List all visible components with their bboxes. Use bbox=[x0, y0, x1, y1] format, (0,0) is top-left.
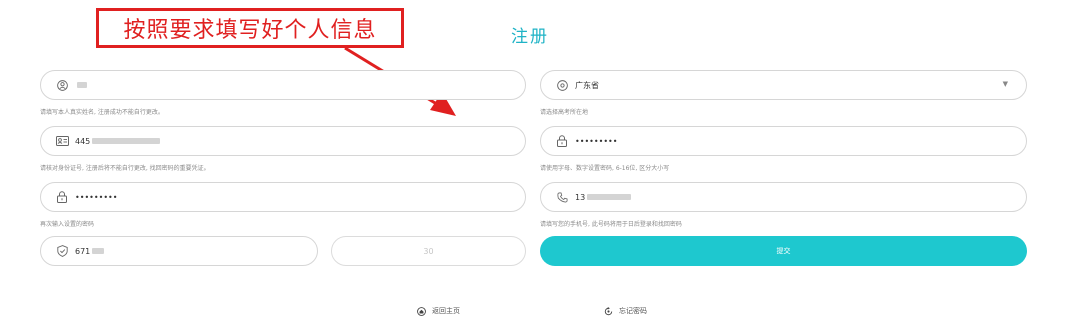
location-icon bbox=[555, 78, 569, 92]
home-icon bbox=[417, 306, 426, 316]
annotation-text: 按照要求填写好个人信息 bbox=[123, 18, 377, 43]
forgot-password-label: 忘记密码 bbox=[619, 307, 647, 315]
confirm-password-input[interactable]: ••••••••• bbox=[40, 182, 526, 212]
verify-code-redacted bbox=[92, 248, 105, 254]
id-number-hint: 请核对身份证号, 注册后将不能自行更改, 找回密码的重要凭证。 bbox=[40, 165, 210, 172]
verify-code-input[interactable]: 671 bbox=[40, 236, 318, 266]
phone-redacted bbox=[587, 194, 632, 200]
user-icon bbox=[55, 78, 69, 92]
confirm-password-value: ••••••••• bbox=[75, 192, 118, 202]
id-number-value: 445 bbox=[75, 136, 91, 146]
password-input[interactable]: ••••••••• bbox=[540, 126, 1027, 156]
phone-value: 13 bbox=[575, 192, 586, 202]
name-redacted bbox=[77, 82, 87, 88]
name-hint: 请填写本人真实姓名, 注册成功不能自行更改。 bbox=[40, 109, 164, 116]
page-title: 注册 bbox=[511, 27, 549, 47]
id-number-input[interactable]: 445 bbox=[40, 126, 526, 156]
lock-icon bbox=[555, 134, 569, 148]
reset-icon bbox=[604, 306, 613, 316]
send-code-countdown-button[interactable]: 30 bbox=[331, 236, 526, 266]
shield-check-icon bbox=[55, 244, 69, 258]
password-value: ••••••••• bbox=[575, 136, 618, 146]
verify-code-value: 671 bbox=[75, 246, 91, 256]
lock-icon bbox=[55, 190, 69, 204]
phone-hint: 请填写您的手机号, 此号码将用于日后登录和找回密码 bbox=[540, 221, 682, 228]
submit-label: 提交 bbox=[776, 247, 791, 255]
submit-button[interactable]: 提交 bbox=[540, 236, 1027, 266]
phone-icon bbox=[555, 190, 569, 204]
province-value: 广东省 bbox=[575, 80, 599, 90]
chevron-down-icon: ▼ bbox=[1002, 80, 1008, 88]
phone-input[interactable]: 13 bbox=[540, 182, 1027, 212]
password-hint: 请使用字母、数字设置密码, 6-16位, 区分大小写 bbox=[540, 165, 670, 172]
province-select[interactable]: 广东省 ▼ bbox=[540, 70, 1027, 100]
id-card-icon bbox=[55, 134, 69, 148]
countdown-value: 30 bbox=[423, 246, 434, 256]
home-link[interactable]: 返回主页 bbox=[417, 306, 460, 316]
annotation-arrow bbox=[344, 46, 456, 116]
province-hint: 请选择高考所在地 bbox=[540, 109, 589, 116]
confirm-password-hint: 再次输入设置的密码 bbox=[40, 221, 95, 228]
id-number-redacted bbox=[92, 138, 161, 144]
name-input[interactable] bbox=[40, 70, 526, 100]
home-link-label: 返回主页 bbox=[432, 307, 460, 315]
forgot-password-link[interactable]: 忘记密码 bbox=[604, 306, 647, 316]
annotation-callout: 按照要求填写好个人信息 bbox=[96, 8, 404, 48]
